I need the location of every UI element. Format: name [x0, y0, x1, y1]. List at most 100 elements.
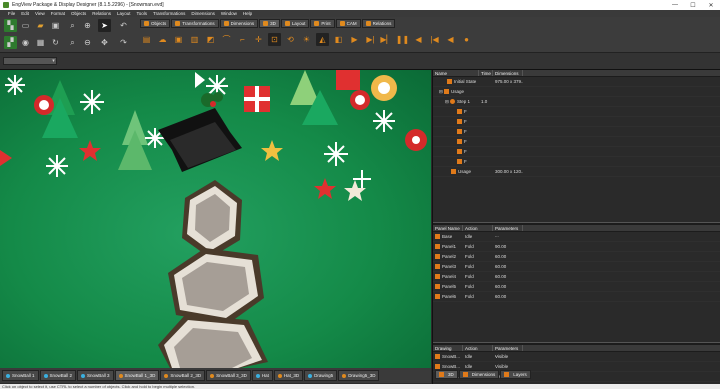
document-icon[interactable]: ▤ [140, 33, 153, 46]
col-dimensions[interactable]: Dimensions [493, 70, 523, 76]
tab-layers-panel[interactable]: Layers [500, 370, 531, 379]
object-dropdown[interactable] [3, 57, 57, 65]
tab-snowball-3[interactable]: SnowBall 3 [77, 370, 114, 381]
table-row[interactable]: Panel5 Fold 60.00 [433, 282, 720, 292]
menu-window[interactable]: Window [221, 11, 237, 16]
menu-dimensions[interactable]: Dimensions [191, 11, 215, 16]
tab-transformations[interactable]: Transformations [171, 19, 219, 28]
tab-hat-3d[interactable]: Hat_3D [273, 370, 304, 381]
undo-icon[interactable]: ↶ [117, 19, 130, 32]
table-row[interactable]: Panel3 Fold 60.00 [433, 262, 720, 272]
menu-relations[interactable]: Relations [92, 11, 111, 16]
zoom-in-icon[interactable]: ⊕ [81, 19, 94, 32]
tab-snowball-2[interactable]: SnowBall 2 [39, 370, 77, 381]
tab-relations[interactable]: Relations [361, 19, 396, 28]
tree-row[interactable]: F [433, 157, 720, 167]
menu-objects[interactable]: Objects [71, 11, 86, 16]
tab-hat[interactable]: Hat [251, 370, 273, 381]
new-icon[interactable]: ▚ [4, 19, 17, 32]
tree-row[interactable]: Usage 300.00 x 120.... [433, 167, 720, 177]
tab-snowball-1[interactable]: SnowBall 1 [2, 370, 39, 381]
menu-view[interactable]: View [35, 11, 45, 16]
table-row[interactable]: Base Idle [433, 232, 720, 242]
close-button[interactable]: ✕ [702, 0, 720, 10]
box-icon[interactable]: ▣ [172, 33, 185, 46]
snowball-top[interactable] [182, 180, 242, 258]
zoom-fit-icon[interactable]: ⌕ [66, 36, 79, 49]
save-icon[interactable]: ▣ [49, 19, 62, 32]
tab-drawing5[interactable]: Drawing5 [304, 370, 338, 381]
arc-icon[interactable]: ⌒ [220, 33, 233, 46]
zoom-out-icon[interactable]: ⊖ [81, 36, 94, 49]
corner-icon[interactable]: ⌐ [236, 33, 249, 46]
step-forward-icon[interactable]: ▶| [364, 33, 377, 46]
tree-row[interactable]: F [433, 107, 720, 117]
render-icon[interactable]: ◭ [316, 33, 329, 46]
menu-file[interactable]: File [8, 11, 15, 16]
tab-snowball-2-3d[interactable]: SnowBall 2_3D [160, 370, 206, 381]
col-time[interactable]: Time [479, 70, 493, 76]
sphere-icon[interactable]: ● [460, 33, 473, 46]
maximize-button[interactable]: ☐ [684, 0, 702, 10]
snowball-bottom[interactable] [158, 315, 268, 368]
tab-objects[interactable]: Objects [140, 19, 171, 28]
menu-format[interactable]: Format [51, 11, 65, 16]
tree-row[interactable]: F [433, 127, 720, 137]
light-icon[interactable]: ☀ [300, 33, 313, 46]
menu-help[interactable]: Help [243, 11, 252, 16]
tab-3d[interactable]: 3D [259, 19, 280, 28]
zoom-icon[interactable]: ⌕ [66, 19, 79, 32]
menu-transformations[interactable]: Transformations [153, 11, 185, 16]
snowball-middle[interactable] [168, 248, 264, 324]
orbit-icon[interactable]: ⟲ [284, 33, 297, 46]
library-icon[interactable]: ◉ [19, 36, 32, 49]
end-icon[interactable]: ▶▏ [380, 33, 393, 46]
import-icon[interactable]: ▞ [4, 36, 17, 49]
back-icon[interactable]: ◀ [444, 33, 457, 46]
menu-layout[interactable]: Layout [117, 11, 131, 16]
new-file-icon[interactable]: ▭ [19, 19, 32, 32]
menu-edit[interactable]: Edit [21, 11, 29, 16]
3d-canvas[interactable] [0, 70, 431, 368]
grid-icon[interactable]: ▦ [34, 36, 47, 49]
col-name[interactable]: Name [433, 70, 479, 76]
tab-cam[interactable]: CAM [335, 19, 361, 28]
table-row[interactable]: SnowB...IdleVisible [433, 352, 720, 362]
tree-row[interactable]: ⊟ Step 1 1.0 [433, 97, 720, 107]
tab-dimensions[interactable]: Dimensions [219, 19, 259, 28]
tab-snowball-3-3d[interactable]: SnowBall 3_3D [206, 370, 251, 381]
tab-layout[interactable]: Layout [280, 19, 310, 28]
tab-dimensions-panel[interactable]: Dimensions [458, 370, 500, 379]
open-folder-icon[interactable]: ▰ [34, 19, 47, 32]
target-icon[interactable]: ⊡ [268, 33, 281, 46]
tab-snowball-1-3d[interactable]: SnowBall 1_3D [114, 370, 160, 381]
hat[interactable] [158, 92, 242, 172]
col-drawing[interactable]: Drawing [433, 345, 463, 351]
pause-icon[interactable]: ❚❚ [396, 33, 409, 46]
tree-row[interactable]: ⊟ Usage [433, 87, 720, 97]
select-arrow-icon[interactable]: ➤ [98, 19, 111, 32]
col-parameters[interactable]: Parameters ... [493, 345, 523, 358]
rotate-icon[interactable]: ↻ [49, 36, 62, 49]
play-icon[interactable]: ▶ [348, 33, 361, 46]
table-row[interactable]: Panel2 Fold 60.00 [433, 252, 720, 262]
snowman-model[interactable] [158, 92, 268, 368]
pan-icon[interactable]: ✥ [98, 36, 111, 49]
table-row[interactable]: Panel4 Fold 60.00 [433, 272, 720, 282]
tab-3d-panel[interactable]: 3D [435, 370, 458, 379]
cloud-icon[interactable]: ☁ [156, 33, 169, 46]
tab-print[interactable]: Print [310, 19, 335, 28]
col-action[interactable]: Action [463, 345, 493, 351]
tree-row[interactable]: F [433, 117, 720, 127]
tree-row[interactable]: F [433, 147, 720, 157]
tree-row[interactable]: Initial State 975.00 x 379.... [433, 77, 720, 87]
move-icon[interactable]: ✛ [252, 33, 265, 46]
rewind-icon[interactable]: ◀ [412, 33, 425, 46]
panel-icon[interactable]: ▥ [188, 33, 201, 46]
tree-row[interactable]: F [433, 137, 720, 147]
menu-tools[interactable]: Tools [137, 11, 148, 16]
table-row[interactable]: Panel6 Fold 60.00 [433, 292, 720, 302]
tab-drawing5-3d[interactable]: Drawing5_3D [338, 370, 380, 381]
step-back-icon[interactable]: |◀ [428, 33, 441, 46]
col-parameters[interactable]: Parameters ... [493, 225, 523, 238]
